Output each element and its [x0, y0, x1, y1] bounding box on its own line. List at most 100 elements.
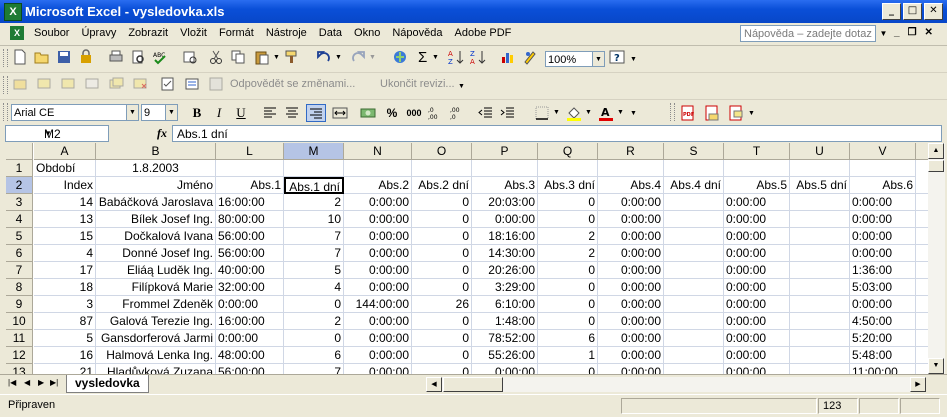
cell[interactable]: [664, 330, 724, 347]
cell[interactable]: 0:00:00: [472, 364, 538, 374]
thousands-separator-button[interactable]: 000: [404, 104, 424, 122]
previous-sheet-icon[interactable]: ◀: [24, 378, 30, 387]
cell[interactable]: 5:48:00: [850, 347, 916, 364]
row-header-10[interactable]: 10: [6, 313, 33, 330]
cell[interactable]: 0:00:00: [344, 228, 412, 245]
next-comment-icon[interactable]: [60, 76, 76, 92]
underline-button[interactable]: U: [231, 104, 251, 122]
cell[interactable]: 18: [34, 279, 96, 296]
italic-button[interactable]: I: [209, 104, 229, 122]
column-header-P[interactable]: P: [472, 143, 538, 160]
cell[interactable]: Jméno: [96, 177, 216, 194]
cell[interactable]: [284, 160, 344, 177]
cell[interactable]: 4: [34, 245, 96, 262]
decrease-decimal-icon[interactable]: ,00,0: [450, 105, 466, 121]
row-header-3[interactable]: 3: [6, 194, 33, 211]
show-all-comments-icon[interactable]: [108, 76, 124, 92]
column-header-S[interactable]: S: [664, 143, 724, 160]
cell[interactable]: 144:00:00: [344, 296, 412, 313]
menu-item-1[interactable]: Úpravy: [81, 27, 116, 39]
cell[interactable]: 0:00:00: [724, 364, 790, 374]
cell[interactable]: [916, 296, 928, 313]
cell[interactable]: Eliáą Luděk Ing.: [96, 262, 216, 279]
cell[interactable]: [790, 330, 850, 347]
sheet-tab-vysledovka[interactable]: vysledovka: [66, 375, 149, 393]
cell[interactable]: 0:00:00: [724, 279, 790, 296]
share-workbook-icon[interactable]: [208, 76, 224, 92]
cell[interactable]: [790, 194, 850, 211]
toolbar-grip[interactable]: [3, 49, 8, 67]
scroll-thumb[interactable]: [928, 160, 944, 172]
cell[interactable]: 1:48:00: [472, 313, 538, 330]
cell[interactable]: [790, 211, 850, 228]
row-header-8[interactable]: 8: [6, 279, 33, 296]
formula-input[interactable]: Abs.1 dní: [172, 125, 942, 142]
cell[interactable]: 0: [412, 194, 472, 211]
cell[interactable]: Abs.1: [216, 177, 284, 194]
row-header-12[interactable]: 12: [6, 347, 33, 364]
cell[interactable]: Abs.5 dní: [790, 177, 850, 194]
excel-icon[interactable]: X: [4, 3, 22, 21]
cell[interactable]: 0: [284, 296, 344, 313]
cell[interactable]: Abs.3: [472, 177, 538, 194]
cell[interactable]: Abs.4 dní: [664, 177, 724, 194]
cell[interactable]: [664, 296, 724, 313]
zoom-select[interactable]: 100%: [545, 51, 595, 67]
cell[interactable]: 15: [34, 228, 96, 245]
cell[interactable]: [916, 279, 928, 296]
cell[interactable]: [916, 211, 928, 228]
cell[interactable]: [790, 262, 850, 279]
cell[interactable]: [790, 313, 850, 330]
autosum-icon[interactable]: Σ: [418, 49, 427, 66]
column-header-Q[interactable]: Q: [538, 143, 598, 160]
reply-with-changes-button[interactable]: Odpovědět se změnami...: [230, 78, 355, 90]
cell[interactable]: 26: [412, 296, 472, 313]
chevron-down-icon[interactable]: ▼: [44, 126, 106, 142]
cell[interactable]: 0:00:00: [344, 279, 412, 296]
menu-item-4[interactable]: Formát: [219, 27, 254, 39]
cell[interactable]: 0:00:00: [850, 228, 916, 245]
cell[interactable]: [664, 211, 724, 228]
currency-icon[interactable]: [360, 105, 376, 121]
cell[interactable]: 0: [538, 194, 598, 211]
cell[interactable]: [472, 160, 538, 177]
scroll-down-icon[interactable]: ▼: [928, 358, 944, 374]
scroll-right-icon[interactable]: ▶: [910, 377, 926, 392]
cell[interactable]: 0: [538, 296, 598, 313]
cell[interactable]: 80:00:00: [216, 211, 284, 228]
cell[interactable]: 0:00:00: [724, 211, 790, 228]
undo-chevron-icon[interactable]: ▼: [335, 54, 342, 61]
sort-ascending-icon[interactable]: AZ: [448, 49, 464, 65]
name-box[interactable]: M2 ▼: [5, 125, 109, 142]
cell[interactable]: 17: [34, 262, 96, 279]
cell[interactable]: 0:00:00: [472, 211, 538, 228]
column-header-O[interactable]: O: [412, 143, 472, 160]
first-sheet-icon[interactable]: |◀: [8, 378, 16, 387]
cell[interactable]: 0:00:00: [344, 347, 412, 364]
last-sheet-icon[interactable]: ▶|: [50, 378, 58, 387]
increase-indent-icon[interactable]: [500, 105, 516, 121]
cell[interactable]: 56:00:00: [216, 228, 284, 245]
sort-descending-icon[interactable]: ZA: [470, 49, 486, 65]
cell[interactable]: 16:00:00: [216, 194, 284, 211]
cell[interactable]: [790, 228, 850, 245]
cell[interactable]: 2: [538, 245, 598, 262]
cell[interactable]: 0: [412, 279, 472, 296]
cell[interactable]: [916, 245, 928, 262]
cell[interactable]: 0:00:00: [344, 313, 412, 330]
cell[interactable]: Dočkalová Ivana: [96, 228, 216, 245]
cell[interactable]: 0: [412, 262, 472, 279]
font-size-chevron-icon[interactable]: ▼: [165, 104, 178, 121]
format-painter-icon[interactable]: [284, 49, 300, 65]
convert-to-pdf-review-icon[interactable]: [728, 105, 744, 121]
send-mail-icon[interactable]: [12, 76, 28, 92]
cell[interactable]: 0:00:00: [344, 364, 412, 374]
cell[interactable]: Bílek Josef Ing.: [96, 211, 216, 228]
cell[interactable]: Gansdorferová Jarmi: [96, 330, 216, 347]
toolbar-grip[interactable]: [3, 76, 8, 94]
cell[interactable]: Abs.3 dní: [538, 177, 598, 194]
cell[interactable]: 3:29:00: [472, 279, 538, 296]
cell[interactable]: 0:00:00: [598, 194, 664, 211]
cell[interactable]: Frommel Zdeněk: [96, 296, 216, 313]
column-header-R[interactable]: R: [598, 143, 664, 160]
